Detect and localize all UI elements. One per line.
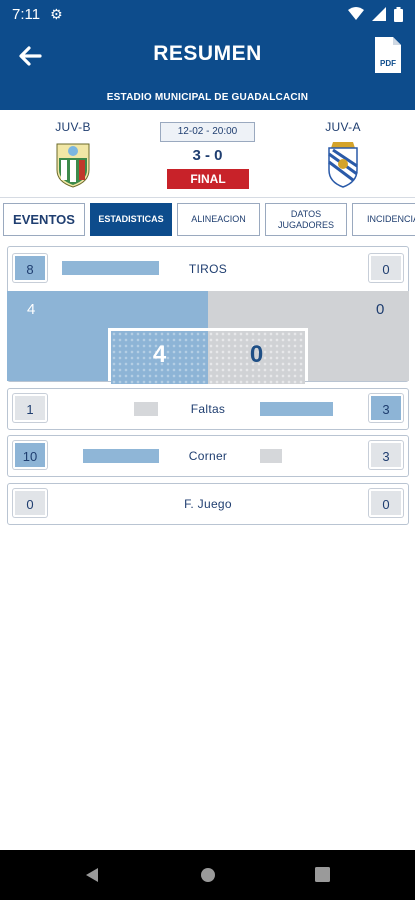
home-team-name: JUV-B [55, 120, 91, 134]
signal-icon [372, 7, 386, 21]
goals-home: 4 [152, 341, 167, 368]
corners-away-bar [260, 449, 282, 463]
corners-label: Corner [188, 449, 228, 463]
match-status-badge: FINAL [167, 169, 249, 189]
corners-away-value: 3 [369, 441, 403, 469]
tab-incidencia[interactable]: INCIDENCIA [352, 203, 415, 236]
tab-datos-jugadores-line2: JUGADORES [277, 219, 334, 230]
home-team-crest-icon [56, 143, 90, 188]
shots-on-target-panel: 4 0 4 0 [7, 291, 409, 384]
offside-away-value: 0 [369, 489, 403, 517]
match-score: 3 - 0 [192, 147, 223, 164]
stat-card-fouls: 1 Faltas 3 [7, 388, 409, 430]
shots-label: TIROS [188, 262, 228, 276]
offside-label: F. Juego [184, 497, 232, 511]
pdf-export-icon[interactable]: PDF [373, 36, 403, 74]
tab-estadisticas[interactable]: ESTADISTICAS [90, 203, 172, 236]
stat-card-corners: 10 Corner 3 [7, 435, 409, 477]
fouls-away-value: 3 [369, 394, 403, 422]
fouls-label: Faltas [190, 402, 226, 416]
goal-graphic: 4 0 [108, 328, 308, 384]
shots-away-value: 0 [369, 254, 403, 282]
tab-datos-jugadores-line1: DATOS [290, 208, 322, 219]
away-team-crest-icon [328, 142, 358, 188]
away-team-name: JUV-A [325, 120, 361, 134]
stadium-name: ESTADIO MUNICIPAL DE GUADALCACIN [0, 86, 415, 110]
tab-alineacion[interactable]: ALINEACION [177, 203, 260, 236]
tab-eventos[interactable]: EVENTOS [3, 203, 85, 236]
nav-recents-icon[interactable] [315, 867, 330, 882]
match-header: JUV-B 12-02 - 20:00 3 - 0 FINAL JUV-A [0, 110, 415, 198]
pdf-icon-label: PDF [380, 59, 396, 68]
goals-away: 0 [249, 341, 264, 368]
status-bar: 7:11 ⚙ [0, 0, 415, 28]
away-team: JUV-A [298, 120, 388, 193]
app-bar: RESUMEN PDF [0, 28, 415, 86]
home-team: JUV-B [28, 120, 118, 193]
nav-home-icon[interactable] [200, 867, 216, 883]
status-time: 7:11 [12, 5, 41, 23]
system-navigation-bar [0, 850, 415, 900]
shots-on-target-home: 4 [27, 301, 36, 318]
summary-tabs: EVENTOS ESTADISTICAS ALINEACION DATOS JU… [0, 200, 415, 240]
shots-on-target-away: 0 [376, 301, 385, 318]
wifi-icon [348, 7, 364, 20]
settings-gear-icon: ⚙ [50, 5, 63, 22]
stat-card-offside: 0 F. Juego 0 [7, 483, 409, 525]
nav-back-icon[interactable] [84, 867, 100, 883]
tab-datos-jugadores[interactable]: DATOS JUGADORES [265, 203, 347, 236]
fouls-away-bar [260, 402, 333, 416]
battery-icon [394, 6, 403, 22]
match-datetime: 12-02 - 20:00 [160, 122, 255, 142]
page-title: RESUMEN [153, 42, 262, 65]
